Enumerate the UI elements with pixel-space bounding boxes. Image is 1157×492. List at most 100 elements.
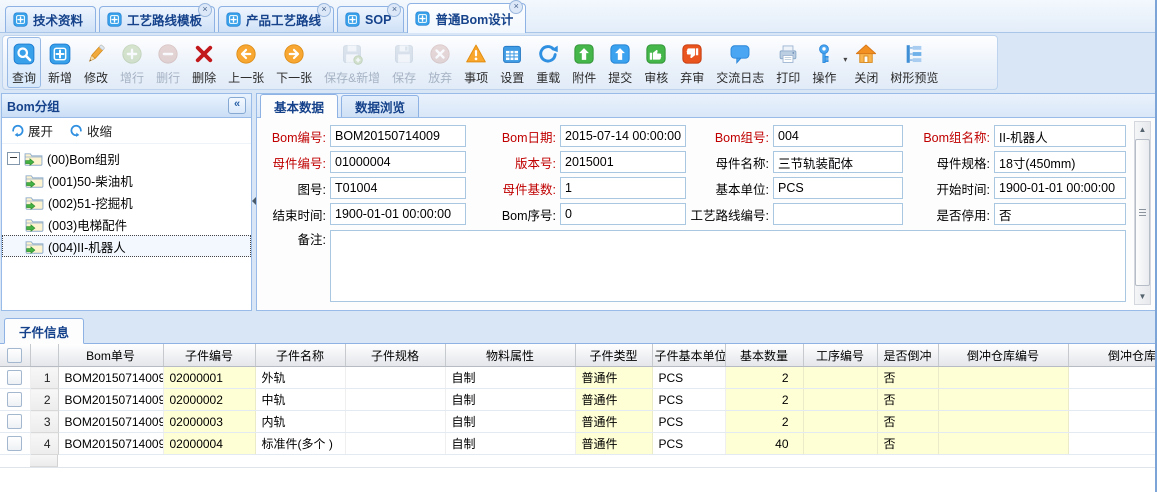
cell-child-spec[interactable]: [345, 411, 445, 433]
toolbar-settings-button[interactable]: 设置: [495, 37, 529, 88]
field-bom-group-no[interactable]: [773, 125, 903, 147]
select-all-checkbox[interactable]: [7, 348, 22, 363]
cell-child-no[interactable]: 02000003: [163, 411, 255, 433]
field-bom-group-name[interactable]: [994, 125, 1126, 147]
cell-child-no[interactable]: 02000004: [163, 433, 255, 455]
tree-node-group-001[interactable]: (001)50-柴油机: [2, 169, 251, 191]
cell-backflush-wh-name[interactable]: [1068, 367, 1157, 389]
cell-is-backflush[interactable]: 否: [877, 411, 938, 433]
toolbar-chat-log-button[interactable]: 交流日志: [711, 37, 769, 88]
field-version-no[interactable]: [560, 151, 686, 173]
toolbar-discard-button[interactable]: 放弃: [423, 37, 457, 88]
cell-base-qty[interactable]: 2: [725, 411, 803, 433]
cell-child-name[interactable]: 外轨: [255, 367, 345, 389]
tab-child-info[interactable]: 子件信息: [4, 318, 84, 344]
field-disabled-flag[interactable]: [994, 203, 1126, 225]
field-drawing-no[interactable]: [330, 177, 466, 199]
cell-process-no[interactable]: [803, 389, 877, 411]
tab-close-icon[interactable]: ×: [509, 0, 523, 14]
toolbar-operate-button[interactable]: 操作▾: [807, 37, 847, 88]
window-tab-sop[interactable]: SOP×: [337, 6, 404, 32]
field-parent-no[interactable]: [330, 151, 466, 173]
row-number-cell[interactable]: 4: [30, 433, 58, 455]
cell-process-no[interactable]: [803, 367, 877, 389]
field-base-qty[interactable]: [560, 177, 686, 199]
toolbar-tree-preview-button[interactable]: 树形预览: [885, 37, 943, 88]
cell-backflush-wh-name[interactable]: [1068, 433, 1157, 455]
field-bom-no[interactable]: [330, 125, 466, 147]
field-parent-name[interactable]: [773, 151, 903, 173]
toolbar-reload-button[interactable]: 重载: [531, 37, 565, 88]
tree-collapse-minus-icon[interactable]: [7, 152, 20, 165]
toolbar-edit-button[interactable]: 修改: [79, 37, 113, 88]
cell-material-attr[interactable]: 自制: [445, 411, 575, 433]
cell-backflush-wh-name[interactable]: [1068, 389, 1157, 411]
scroll-up-icon[interactable]: ▲: [1135, 122, 1150, 137]
column-header-child-no[interactable]: 子件编号: [163, 344, 255, 367]
tab-close-icon[interactable]: ×: [317, 3, 331, 17]
tree-node-bom-root[interactable]: (00)Bom组别: [2, 147, 251, 169]
toolbar-reject-button[interactable]: 弃审: [675, 37, 709, 88]
toolbar-delete-button[interactable]: 删除: [187, 37, 221, 88]
toolbar-attachment-button[interactable]: 附件: [567, 37, 601, 88]
row-select-cell[interactable]: [0, 367, 30, 389]
cell-material-attr[interactable]: 自制: [445, 389, 575, 411]
field-remark-textarea[interactable]: [330, 230, 1126, 302]
cell-child-name[interactable]: 标准件(多个 ): [255, 433, 345, 455]
row-checkbox[interactable]: [7, 436, 22, 451]
toolbar-next-button[interactable]: 下一张: [271, 37, 317, 88]
row-select-cell[interactable]: [0, 411, 30, 433]
cell-backflush-wh-no[interactable]: [938, 367, 1068, 389]
cell-bom-no[interactable]: BOM20150714009: [58, 389, 163, 411]
cell-is-backflush[interactable]: 否: [877, 433, 938, 455]
tree-collapse-button[interactable]: 收缩: [69, 121, 112, 140]
tab-close-icon[interactable]: ×: [198, 3, 212, 17]
toolbar-delete-row-button[interactable]: 删行: [151, 37, 185, 88]
cell-bom-no[interactable]: BOM20150714009: [58, 433, 163, 455]
toolbar-matters-button[interactable]: 事项: [459, 37, 493, 88]
toolbar-save-button[interactable]: 保存: [387, 37, 421, 88]
row-number-cell[interactable]: 1: [30, 367, 58, 389]
cell-base-qty[interactable]: 2: [725, 389, 803, 411]
cell-process-no[interactable]: [803, 411, 877, 433]
cell-process-no[interactable]: [803, 433, 877, 455]
row-checkbox[interactable]: [7, 414, 22, 429]
window-tab-product-routing[interactable]: 产品工艺路线×: [218, 6, 334, 32]
cell-child-unit[interactable]: PCS: [652, 411, 725, 433]
field-base-unit[interactable]: [773, 177, 903, 199]
column-header-bom-no[interactable]: Bom单号: [58, 344, 163, 367]
cell-child-type[interactable]: 普通件: [575, 411, 652, 433]
form-scrollbar[interactable]: ▲ ▼: [1134, 121, 1151, 305]
field-bom-date[interactable]: [560, 125, 686, 147]
toolbar-print-button[interactable]: 打印: [771, 37, 805, 88]
cell-child-unit[interactable]: PCS: [652, 433, 725, 455]
column-header-backflush-wh-no[interactable]: 倒冲仓库编号: [938, 344, 1068, 367]
column-header-is-backflush[interactable]: 是否倒冲: [877, 344, 938, 367]
cell-child-spec[interactable]: [345, 389, 445, 411]
scroll-down-icon[interactable]: ▼: [1135, 289, 1150, 304]
field-parent-spec[interactable]: [994, 151, 1126, 173]
row-select-cell[interactable]: [0, 389, 30, 411]
cell-is-backflush[interactable]: 否: [877, 389, 938, 411]
column-header-child-name[interactable]: 子件名称: [255, 344, 345, 367]
column-header-base-qty[interactable]: 基本数量: [725, 344, 803, 367]
cell-child-name[interactable]: 内轨: [255, 411, 345, 433]
cell-material-attr[interactable]: 自制: [445, 433, 575, 455]
tab-basic-data[interactable]: 基本数据: [260, 94, 338, 118]
tree-node-group-004[interactable]: (004)II-机器人: [2, 235, 251, 257]
row-number-cell[interactable]: 3: [30, 411, 58, 433]
toolbar-add-button[interactable]: 新增: [43, 37, 77, 88]
cell-child-name[interactable]: 中轨: [255, 389, 345, 411]
scrollbar-thumb[interactable]: [1135, 139, 1150, 286]
tab-close-icon[interactable]: ×: [387, 3, 401, 17]
cell-backflush-wh-no[interactable]: [938, 389, 1068, 411]
cell-is-backflush[interactable]: 否: [877, 367, 938, 389]
window-tab-routing-template[interactable]: 工艺路线模板×: [99, 6, 215, 32]
cell-child-no[interactable]: 02000002: [163, 389, 255, 411]
select-all-header[interactable]: [0, 344, 30, 367]
cell-base-qty[interactable]: 2: [725, 367, 803, 389]
field-bom-seq[interactable]: [560, 203, 686, 225]
cell-child-unit[interactable]: PCS: [652, 389, 725, 411]
panel-collapse-left-icon[interactable]: «: [228, 97, 246, 114]
cell-base-qty[interactable]: 40: [725, 433, 803, 455]
